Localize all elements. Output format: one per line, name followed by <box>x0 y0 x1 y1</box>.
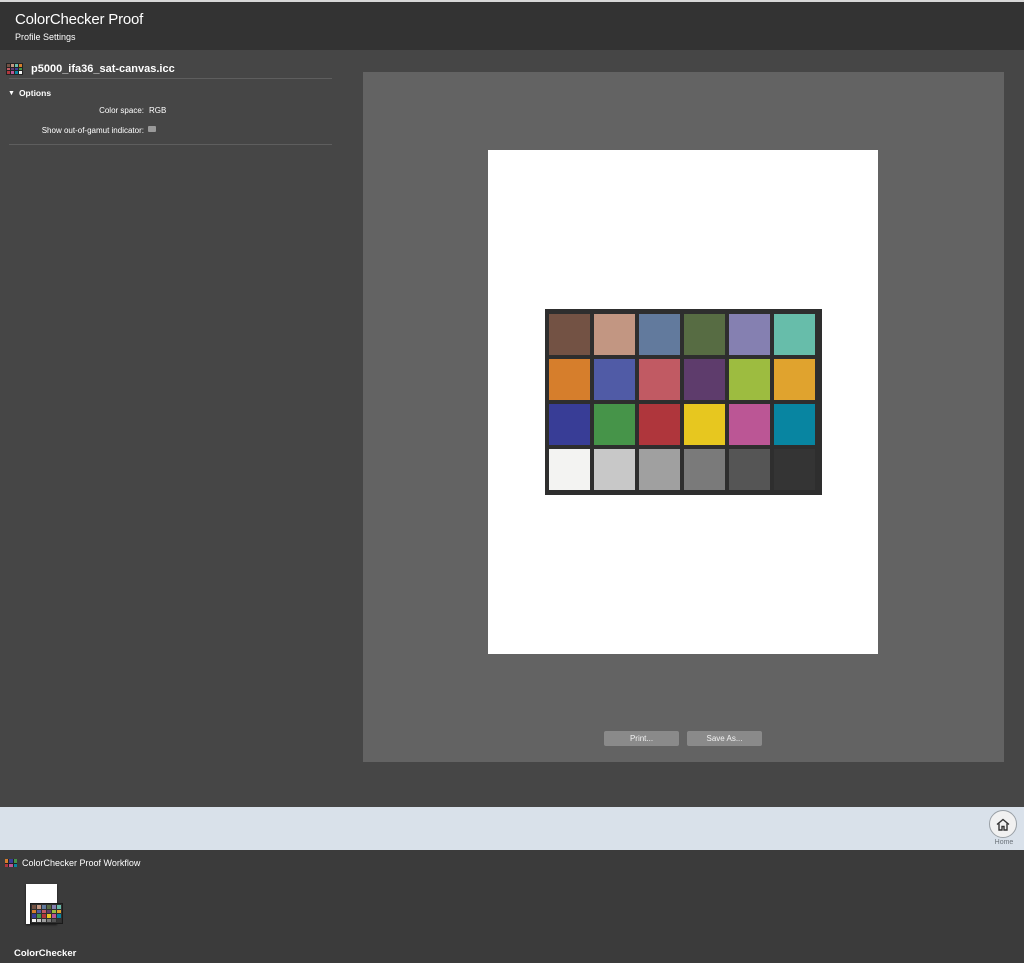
app-title: ColorChecker Proof <box>15 11 144 28</box>
color-patch <box>549 404 590 445</box>
color-patch <box>639 314 680 355</box>
mini-patch <box>42 905 46 909</box>
color-patch <box>639 359 680 400</box>
color-patch <box>549 314 590 355</box>
home-label: Home <box>994 839 1014 846</box>
home-bar: Home <box>0 807 1024 850</box>
mini-patch <box>37 909 41 913</box>
workflow-panel: ColorChecker Proof Workflow ColorChecker <box>0 850 1024 963</box>
color-patch <box>684 314 725 355</box>
color-patch <box>729 449 770 490</box>
icon-swatch <box>15 64 18 67</box>
color-patch <box>729 359 770 400</box>
home-button[interactable] <box>989 810 1017 838</box>
page-subtitle: Profile Settings <box>15 32 76 42</box>
mini-patch <box>57 914 61 918</box>
color-patch <box>774 314 815 355</box>
mini-patch <box>32 918 36 922</box>
home-icon <box>996 818 1010 831</box>
color-patch <box>549 359 590 400</box>
mini-patch <box>37 905 41 909</box>
icon-swatch <box>5 863 9 867</box>
icon-swatch <box>11 71 14 74</box>
mini-patch <box>32 914 36 918</box>
profile-row[interactable]: p5000_ifa36_sat-canvas.icc <box>6 60 175 78</box>
colorchecker-icon <box>5 859 17 867</box>
mini-patch <box>57 905 61 909</box>
profile-name: p5000_ifa36_sat-canvas.icc <box>31 63 175 75</box>
mini-patch <box>42 909 46 913</box>
icon-swatch <box>7 71 10 74</box>
preview-panel: Print... Save As... <box>363 72 1004 762</box>
gamut-indicator-checkbox[interactable] <box>148 126 156 132</box>
mini-patch <box>42 918 46 922</box>
options-disclosure[interactable]: ▼ Options <box>8 88 51 98</box>
color-patch <box>684 404 725 445</box>
preview-page <box>488 150 878 654</box>
mini-patch <box>47 909 51 913</box>
color-patch <box>774 449 815 490</box>
icon-swatch <box>7 64 10 67</box>
colorchecker-icon <box>6 63 23 75</box>
color-patch <box>594 314 635 355</box>
icon-swatch <box>19 71 22 74</box>
disclosure-triangle-icon: ▼ <box>8 89 15 97</box>
color-patch <box>639 404 680 445</box>
icon-swatch <box>13 859 17 863</box>
color-patch <box>594 404 635 445</box>
color-space-label: Color space: <box>99 106 144 115</box>
settings-sidebar: p5000_ifa36_sat-canvas.icc ▼ Options Col… <box>0 50 340 807</box>
mini-patch <box>32 909 36 913</box>
colorchecker-thumbnail-icon <box>30 903 63 924</box>
icon-swatch <box>11 64 14 67</box>
color-space-value: RGB <box>149 106 167 115</box>
colorchecker-chart <box>545 309 822 495</box>
mini-patch <box>37 914 41 918</box>
mini-patch <box>32 905 36 909</box>
icon-swatch <box>15 67 18 71</box>
color-patch <box>684 359 725 400</box>
mini-patch <box>52 905 56 909</box>
mini-patch <box>57 918 61 922</box>
color-patch <box>774 404 815 445</box>
print-button[interactable]: Print... <box>604 731 679 746</box>
workflow-item-thumbnail[interactable] <box>26 884 64 926</box>
gamut-indicator-label: Show out-of-gamut indicator: <box>41 126 144 135</box>
icon-swatch <box>7 67 10 71</box>
color-patch <box>729 404 770 445</box>
app-header: ColorChecker Proof Profile Settings <box>0 0 1024 50</box>
color-patch <box>549 449 590 490</box>
icon-swatch <box>19 67 22 71</box>
workflow-item-label[interactable]: ColorChecker <box>14 948 76 959</box>
divider <box>9 78 332 79</box>
color-patch <box>684 449 725 490</box>
color-patch <box>594 359 635 400</box>
mini-patch <box>47 918 51 922</box>
mini-patch <box>57 909 61 913</box>
icon-swatch <box>15 71 18 74</box>
mini-patch <box>52 918 56 922</box>
mini-patch <box>47 905 51 909</box>
mini-patch <box>52 909 56 913</box>
icon-swatch <box>5 859 9 863</box>
save-as-button[interactable]: Save As... <box>687 731 762 746</box>
color-patch <box>594 449 635 490</box>
color-patch <box>774 359 815 400</box>
divider <box>9 144 332 145</box>
icon-swatch <box>11 67 14 71</box>
mini-patch <box>47 914 51 918</box>
options-label: Options <box>18 88 52 98</box>
workflow-title: ColorChecker Proof Workflow <box>5 858 140 868</box>
workflow-title-label: ColorChecker Proof Workflow <box>22 858 141 868</box>
color-patch <box>639 449 680 490</box>
icon-swatch <box>9 859 13 863</box>
mini-patch <box>52 914 56 918</box>
icon-swatch <box>13 863 17 867</box>
color-patch <box>729 314 770 355</box>
icon-swatch <box>9 863 13 867</box>
icon-swatch <box>19 64 22 67</box>
mini-patch <box>42 914 46 918</box>
mini-patch <box>37 918 41 922</box>
